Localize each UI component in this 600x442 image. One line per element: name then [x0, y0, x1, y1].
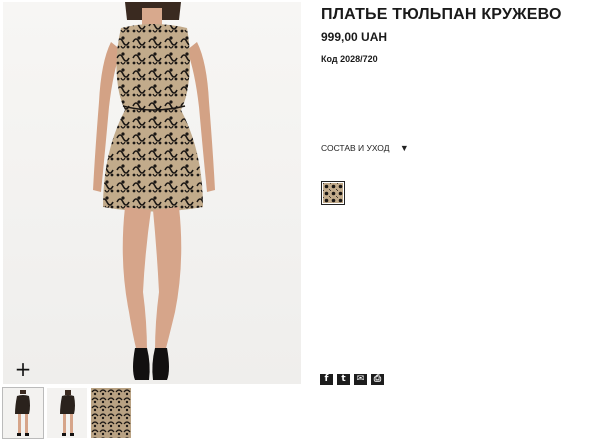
product-price: 999,00 UAH	[321, 30, 388, 44]
email-icon[interactable]: ✉	[354, 374, 367, 385]
thumbnail-front-image	[15, 390, 30, 436]
product-code: Код 2028/720	[321, 54, 378, 64]
thumbnail-front[interactable]	[2, 387, 44, 439]
print-icon[interactable]: ⎙	[371, 374, 384, 385]
facebook-icon[interactable]: f	[320, 374, 333, 385]
product-main-image[interactable]: +	[3, 2, 301, 384]
thumbnail-detail[interactable]	[91, 388, 131, 438]
share-icons: f t ✉ ⎙	[320, 374, 384, 385]
composition-care-label: СОСТАВ И УХОД	[321, 143, 390, 153]
chevron-down-icon: ▼	[399, 143, 409, 153]
color-swatch[interactable]	[321, 181, 345, 205]
thumbnail-back-image	[60, 390, 75, 436]
product-title: ПЛАТЬЕ ТЮЛЬПАН КРУЖЕВО	[321, 6, 562, 23]
twitter-icon[interactable]: t	[337, 374, 350, 385]
thumbnail-back[interactable]	[47, 388, 87, 438]
lace-swatch-icon	[323, 183, 343, 203]
composition-care-toggle[interactable]: СОСТАВ И УХОД ▼	[321, 143, 409, 153]
model-photo	[93, 2, 215, 380]
thumbnail-strip	[2, 387, 131, 439]
zoom-button[interactable]: +	[13, 359, 33, 380]
thumbnail-detail-image	[91, 388, 131, 438]
